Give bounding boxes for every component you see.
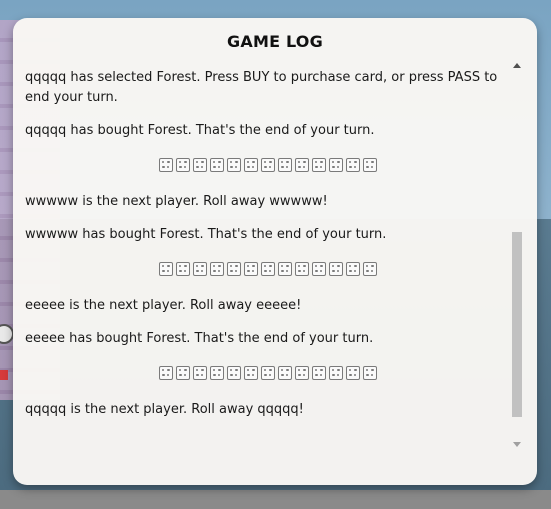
dice-icon bbox=[345, 157, 360, 172]
log-entry: eeeee is the next player. Roll away eeee… bbox=[25, 298, 302, 313]
dice-icon bbox=[209, 261, 224, 276]
dice-icon bbox=[294, 157, 309, 172]
dice-icon bbox=[192, 365, 207, 380]
dice-icon-row bbox=[25, 154, 510, 174]
log-entry: wwwww has bought Forest. That's the end … bbox=[25, 227, 387, 242]
dice-icon bbox=[226, 261, 241, 276]
dice-icon bbox=[277, 157, 292, 172]
dice-icon bbox=[345, 261, 360, 276]
dice-icon bbox=[311, 365, 326, 380]
dice-icon bbox=[294, 365, 309, 380]
game-log-list[interactable]: qqqqq has selected Forest. Press BUY to … bbox=[25, 68, 510, 448]
dice-icon bbox=[362, 261, 377, 276]
log-entry: eeeee has bought Forest. That's the end … bbox=[25, 331, 374, 346]
dice-icon bbox=[260, 261, 275, 276]
board-bottom-edge bbox=[0, 490, 551, 509]
game-log-title: GAME LOG bbox=[227, 32, 323, 51]
dice-icon bbox=[243, 157, 258, 172]
dice-icon bbox=[260, 365, 275, 380]
dice-icon bbox=[175, 261, 190, 276]
dice-icon bbox=[362, 365, 377, 380]
scroll-up-arrow-icon[interactable] bbox=[513, 63, 521, 68]
dice-icon bbox=[192, 261, 207, 276]
dice-icon bbox=[243, 261, 258, 276]
dice-icon bbox=[328, 157, 343, 172]
dice-icon bbox=[328, 261, 343, 276]
dice-icon bbox=[311, 157, 326, 172]
log-entry: qqqqq has bought Forest. That's the end … bbox=[25, 123, 375, 138]
dice-icon-row bbox=[25, 362, 510, 382]
dice-icon bbox=[277, 365, 292, 380]
log-entry: qqqqq has selected Forest. Press BUY to … bbox=[25, 70, 498, 105]
dice-icon bbox=[277, 261, 292, 276]
log-scrollbar[interactable] bbox=[511, 60, 523, 448]
dice-icon bbox=[175, 365, 190, 380]
dice-icon bbox=[158, 365, 173, 380]
scrollbar-thumb[interactable] bbox=[512, 232, 522, 417]
dice-icon bbox=[226, 365, 241, 380]
log-entry: qqqqq is the next player. Roll away qqqq… bbox=[25, 402, 304, 417]
dice-icon bbox=[243, 365, 258, 380]
scroll-down-arrow-icon[interactable] bbox=[513, 442, 521, 447]
dice-icon bbox=[175, 157, 190, 172]
game-log-panel: GAME LOG qqqqq has selected Forest. Pres… bbox=[13, 18, 537, 485]
dice-icon bbox=[226, 157, 241, 172]
dice-icon bbox=[328, 365, 343, 380]
dice-icon bbox=[294, 261, 309, 276]
dice-icon bbox=[362, 157, 377, 172]
dice-icon bbox=[209, 365, 224, 380]
flag-decoration bbox=[0, 370, 8, 380]
dice-icon-row bbox=[25, 258, 510, 278]
dice-icon bbox=[192, 157, 207, 172]
dice-icon bbox=[158, 157, 173, 172]
dice-icon bbox=[345, 365, 360, 380]
dice-icon bbox=[260, 157, 275, 172]
dice-icon bbox=[311, 261, 326, 276]
dice-icon bbox=[209, 157, 224, 172]
log-entry: wwwww is the next player. Roll away wwww… bbox=[25, 194, 328, 209]
dice-icon bbox=[158, 261, 173, 276]
